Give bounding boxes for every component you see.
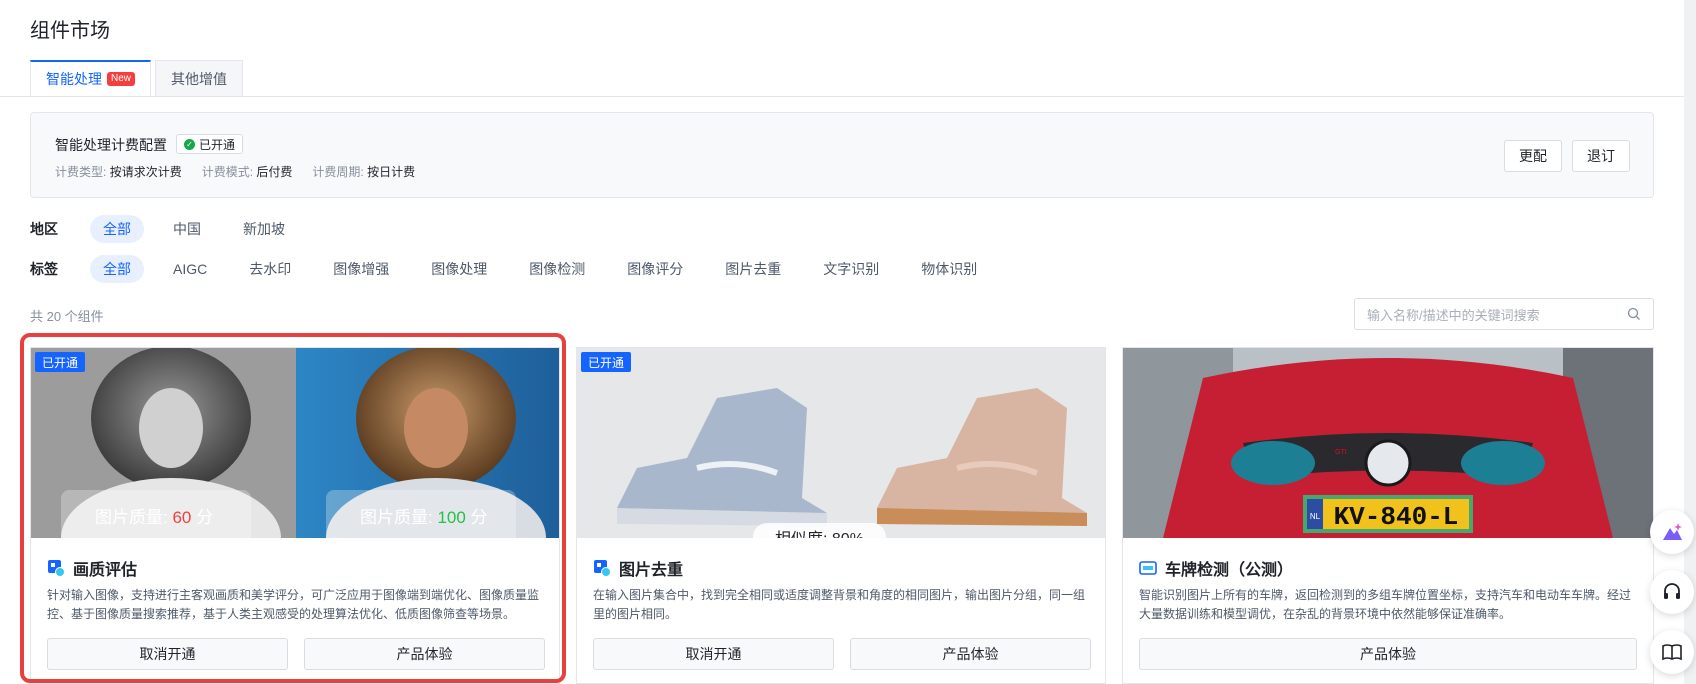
billing-mode: 计费模式: 后付费 [202, 163, 293, 180]
image-dedup-icon [594, 560, 611, 577]
card-title-text: 画质评估 [73, 562, 138, 579]
tag-chip-image-detection[interactable]: 图像检测 [516, 255, 598, 283]
card-description: 智能识别图片上所有的车牌，返回检测到的多组车牌位置坐标，支持汽车和电动车车牌。经… [1139, 588, 1632, 621]
search-placeholder: 输入名称/描述中的关键词搜索 [1367, 307, 1540, 323]
billing-mode-value: 后付费 [256, 165, 293, 179]
plate-country: NL [1310, 512, 1321, 521]
billing-meta: 计费类型: 按请求次计费 计费模式: 后付费 计费周期: 按日计费 [55, 163, 435, 180]
tag-filter-label: 标签 [30, 261, 58, 277]
check-circle-icon: ✓ [184, 138, 195, 150]
region-chip-all[interactable]: 全部 [90, 215, 144, 243]
score-value-high: 100 [437, 508, 466, 527]
tag-chip-object-recognition[interactable]: 物体识别 [908, 255, 990, 283]
region-filter-label: 地区 [30, 221, 58, 237]
billing-cycle-value: 按日计费 [367, 165, 416, 179]
cancel-subscription-button[interactable]: 取消开通 [593, 638, 834, 670]
product-trial-button[interactable]: 产品体验 [1139, 638, 1637, 670]
unsubscribe-button[interactable]: 退订 [1572, 140, 1630, 172]
billing-config-panel: 智能处理计费配置 ✓ 已开通 计费类型: 按请求次计费 计费模式: 后付费 计费… [30, 112, 1654, 198]
ai-assistant-button[interactable] [1650, 510, 1694, 554]
billing-cycle: 计费周期: 按日计费 [312, 163, 415, 180]
page-title: 组件市场 [30, 20, 110, 42]
score-label: 图片质量: [360, 508, 438, 527]
support-button[interactable] [1650, 570, 1694, 614]
billing-mode-label: 计费模式: [201, 165, 254, 179]
card-title: 画质评估 [47, 556, 137, 580]
tab-label: 其他增值 [171, 70, 228, 87]
card-description: 在输入图片集合中，找到完全相同或适度调整背景和角度的相同图片，输出图片分组，同一… [593, 588, 1086, 621]
billing-type-value: 按请求次计费 [109, 165, 182, 179]
similarity-overlay: 相似度: 80% [753, 523, 886, 538]
component-card-image-dedup[interactable]: 相似度: 80% 已开通 图片去重 在输入图片集合中，找到完全相同或适度调整背景… [576, 347, 1106, 684]
card-image: NL KV-840-L GTI [1123, 348, 1653, 538]
new-badge: New [107, 72, 136, 86]
car-plate-image: NL KV-840-L GTI [1123, 348, 1653, 538]
search-input[interactable]: 输入名称/描述中的关键词搜索 [1354, 298, 1654, 330]
tag-chip-watermark-removal[interactable]: 去水印 [236, 255, 304, 283]
component-card-plate-detection[interactable]: NL KV-840-L GTI 车牌检测（公测） 智能识别图片上所有的车牌，返回… [1122, 347, 1654, 684]
billing-cycle-label: 计费周期: [312, 165, 364, 179]
billing-type-label: 计费类型: [55, 165, 107, 179]
tag-chip-image-processing[interactable]: 图像处理 [418, 255, 500, 283]
component-count: 共 20 个组件 [30, 309, 104, 324]
change-config-button[interactable]: 更配 [1504, 140, 1562, 172]
score-unit: 分 [191, 508, 214, 527]
plate-detection-icon [1139, 561, 1157, 575]
score-text-left: 图片质量: 60 分 [95, 503, 213, 528]
tag-chip-all[interactable]: 全部 [90, 255, 144, 283]
headset-icon [1664, 583, 1680, 599]
product-trial-button[interactable]: 产品体验 [850, 638, 1091, 670]
card-title-text: 车牌检测（公测） [1165, 562, 1294, 579]
score-text-right: 图片质量: 100 分 [360, 503, 488, 528]
image-quality-icon [48, 560, 65, 577]
tab-other-value-added[interactable]: 其他增值 [155, 60, 244, 96]
plate-text: KV-840-L [1334, 502, 1459, 532]
tab-bar: 智能处理 New 其他增值 [30, 60, 247, 96]
tag-filter: 标签 全部 AIGC 去水印 图像增强 图像处理 图像检测 图像评分 图片去重 … [30, 255, 1006, 283]
billing-title: 智能处理计费配置 [55, 137, 167, 153]
tag-chip-image-scoring[interactable]: 图像评分 [614, 255, 696, 283]
tab-label: 智能处理 [46, 71, 102, 87]
tab-smart-processing[interactable]: 智能处理 New [30, 60, 152, 96]
region-chip-china[interactable]: 中国 [160, 215, 214, 243]
status-text: 已开通 [199, 137, 236, 152]
card-image: 图片质量: 60 分 图片质量: 100 分 已开通 [31, 348, 559, 538]
gti-badge: GTI [1335, 449, 1347, 456]
card-image: 相似度: 80% 已开通 [577, 348, 1105, 538]
sneaker-comparison-image [577, 348, 1105, 538]
score-label: 图片质量: [95, 508, 173, 527]
billing-type: 计费类型: 按请求次计费 [55, 163, 182, 180]
page: 组件市场 智能处理 New 其他增值 智能处理计费配置 ✓ 已开通 计费类型: … [0, 0, 1684, 684]
status-badge: ✓ 已开通 [176, 134, 244, 154]
tag-chip-text-recognition[interactable]: 文字识别 [810, 255, 892, 283]
region-filter: 地区 全部 中国 新加坡 [30, 215, 314, 243]
ai-mountain-icon [1663, 523, 1682, 540]
opened-badge: 已开通 [35, 352, 86, 372]
score-value-low: 60 [172, 508, 192, 527]
opened-badge: 已开通 [581, 352, 632, 372]
book-icon [1662, 644, 1682, 661]
component-card-quality-assessment[interactable]: 图片质量: 60 分 图片质量: 100 分 已开通 画质评估 针对输入图像，支… [30, 347, 560, 684]
region-chip-singapore[interactable]: 新加坡 [230, 215, 298, 243]
tag-chip-image-enhance[interactable]: 图像增强 [320, 255, 402, 283]
card-description: 针对输入图像，支持进行主客观画质和美学评分，可广泛应用于图像端到端优化、图像质量… [47, 588, 540, 621]
tabs-divider [0, 96, 1684, 97]
card-title: 图片去重 [593, 556, 683, 580]
tag-chip-image-dedup[interactable]: 图片去重 [712, 255, 794, 283]
card-title: 车牌检测（公测） [1139, 556, 1293, 580]
docs-button[interactable] [1650, 630, 1694, 674]
search-icon [1627, 307, 1640, 320]
product-trial-button[interactable]: 产品体验 [304, 638, 545, 670]
score-unit: 分 [465, 508, 488, 527]
tag-chip-aigc[interactable]: AIGC [160, 255, 220, 283]
card-title-text: 图片去重 [619, 562, 684, 579]
cancel-subscription-button[interactable]: 取消开通 [47, 638, 288, 670]
